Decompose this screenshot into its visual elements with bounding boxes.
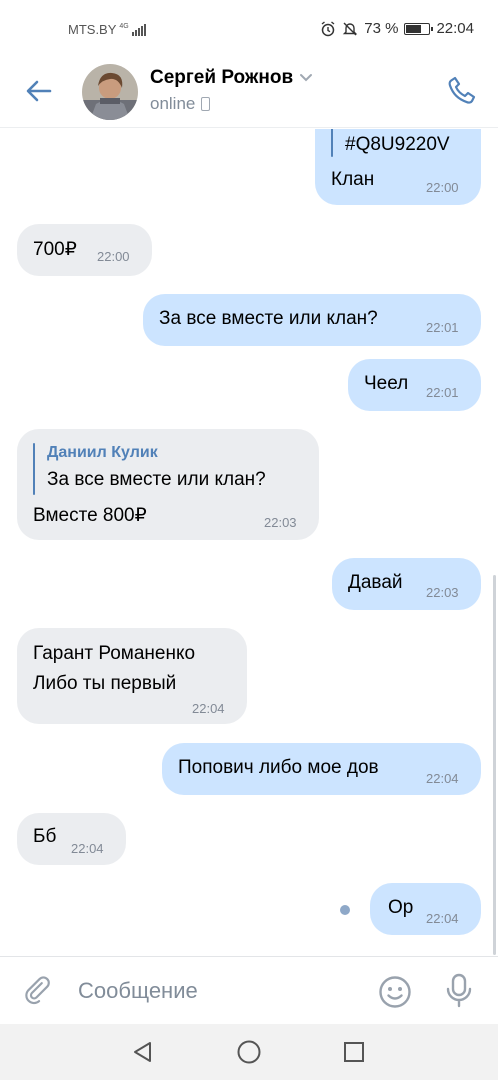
alarm-icon (321, 20, 335, 36)
back-button[interactable] (22, 74, 56, 108)
message-bubble-outgoing[interactable]: #Q8U9220V Клан 22:00 (315, 129, 481, 205)
message-text: Бб (33, 826, 57, 847)
arrow-left-icon (26, 80, 52, 102)
smiley-icon (379, 976, 411, 1008)
message-text: 700₽ (33, 239, 77, 260)
message-text-line-1: Гарант Романенко (33, 643, 196, 664)
message-time: 22:01 (426, 385, 459, 400)
contact-status: online (150, 94, 211, 114)
chevron-down-icon (300, 74, 313, 82)
message-time: 22:04 (426, 771, 459, 786)
message-time: 22:00 (426, 180, 459, 195)
contact-name-label: Сергей Рожнов (150, 67, 294, 88)
message-composer (0, 956, 498, 1024)
reply-bar (331, 129, 333, 157)
battery-level (406, 24, 422, 33)
avatar[interactable] (82, 64, 138, 120)
online-status-label: online (150, 94, 196, 113)
message-time: 22:04 (71, 841, 104, 856)
status-right: 73 % 22:04 (320, 20, 474, 37)
triangle-back-icon (134, 1042, 151, 1062)
voice-message-button[interactable] (440, 971, 478, 1011)
circle-home-icon (237, 1040, 261, 1064)
nav-back-button[interactable] (129, 1038, 157, 1066)
message-bubble-incoming[interactable]: Гарант Романенко Либо ты первый 22:04 (17, 628, 247, 724)
message-time: 22:04 (426, 911, 459, 926)
message-text: Вместе 800₽ (33, 505, 147, 526)
message-text: Чеел (364, 373, 409, 394)
message-time: 22:01 (426, 320, 459, 335)
attach-button[interactable] (20, 973, 56, 1009)
scrollbar[interactable] (493, 575, 496, 955)
message-bubble-outgoing[interactable]: Попович либо мое дов 22:04 (162, 743, 481, 795)
message-text: Попович либо мое дов (178, 757, 379, 778)
mute-bell-icon (343, 22, 358, 35)
message-bubble-outgoing[interactable]: Чеел 22:01 (348, 359, 481, 411)
unread-indicator (340, 905, 350, 915)
mobile-device-icon (201, 97, 211, 111)
message-text-line-2: Либо ты первый (33, 673, 177, 694)
nav-home-button[interactable] (235, 1038, 263, 1066)
reply-quote-text: За все вместе или клан? (47, 469, 266, 490)
clock: 22:04 (436, 20, 474, 37)
battery-icon (404, 22, 434, 35)
message-bubble-incoming[interactable]: Бб 22:04 (17, 813, 126, 865)
status-left: MTS.BY 4G (68, 22, 146, 37)
message-time: 22:04 (192, 701, 225, 716)
network-type-label: 4G (119, 23, 129, 30)
message-text: Клан (331, 169, 375, 190)
message-text: Давай (348, 572, 403, 593)
reply-author: Даниил Кулик (47, 444, 158, 461)
message-time: 22:03 (264, 515, 297, 530)
message-input[interactable] (78, 973, 358, 1009)
message-bubble-outgoing[interactable]: Давай 22:03 (332, 558, 481, 610)
signal-icon (131, 23, 146, 36)
message-bubble-outgoing[interactable]: Ор 22:04 (370, 883, 481, 935)
message-text: За все вместе или клан? (159, 308, 378, 329)
message-text: Ор (388, 897, 414, 918)
forwarded-text: #Q8U9220V (345, 134, 450, 155)
message-time: 22:03 (426, 585, 459, 600)
message-bubble-outgoing[interactable]: За все вместе или клан? 22:01 (143, 294, 481, 346)
reply-bar (33, 443, 35, 495)
message-list[interactable]: #Q8U9220V Клан 22:00 700₽ 22:00 За все в… (0, 129, 498, 955)
avatar-image (82, 64, 138, 120)
nav-recents-button[interactable] (340, 1038, 368, 1066)
status-bar: MTS.BY 4G 73 % 22:04 (0, 0, 498, 62)
phone-icon (448, 76, 476, 104)
chat-header: Сергей Рожнов online (0, 62, 498, 128)
system-navigation-bar (0, 1024, 498, 1080)
message-bubble-incoming[interactable]: 700₽ 22:00 (17, 224, 152, 276)
contact-name[interactable]: Сергей Рожнов (150, 67, 313, 89)
microphone-icon (446, 973, 472, 1008)
message-time: 22:00 (97, 249, 130, 264)
emoji-button[interactable] (376, 973, 414, 1011)
carrier-label: MTS.BY (68, 22, 117, 37)
paperclip-icon (25, 976, 50, 1005)
call-button[interactable] (444, 72, 480, 108)
battery-percent: 73 % (364, 20, 399, 37)
message-bubble-incoming[interactable]: Даниил Кулик За все вместе или клан? Вме… (17, 429, 319, 540)
square-recents-icon (344, 1042, 364, 1062)
